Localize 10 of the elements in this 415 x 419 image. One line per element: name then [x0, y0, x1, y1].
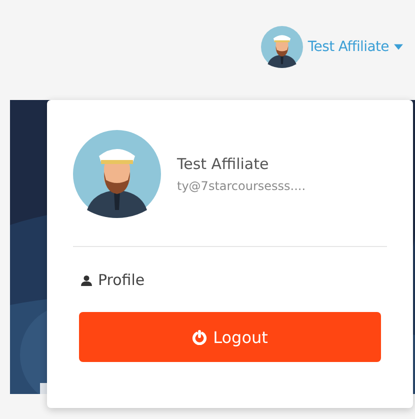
user-name: Test Affiliate: [177, 155, 270, 173]
power-icon: [192, 330, 208, 344]
caret-icon: [394, 44, 403, 50]
logout-button[interactable]: Logout: [79, 312, 381, 362]
user-menu-toggle[interactable]: Test Affiliate: [260, 26, 403, 68]
avatar-icon: [260, 26, 303, 68]
avatar-icon: [73, 130, 161, 218]
user-email: ty@7starcoursesss....: [177, 179, 306, 193]
user-icon: [81, 274, 92, 286]
profile-link[interactable]: Profile: [81, 271, 145, 289]
